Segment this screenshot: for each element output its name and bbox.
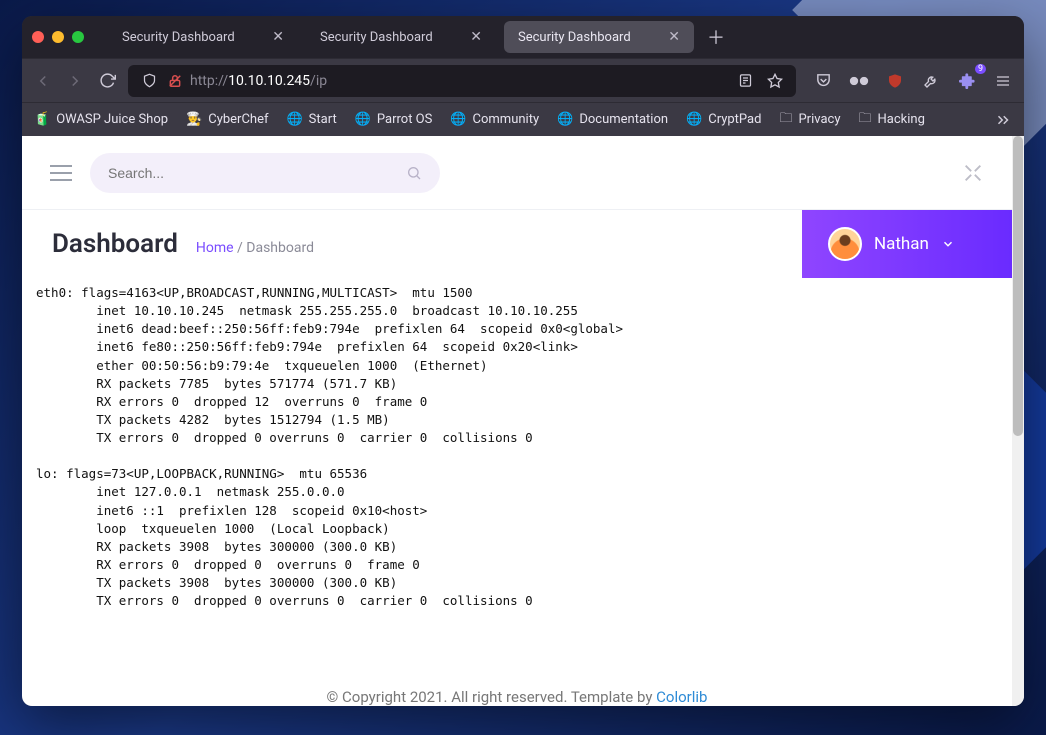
new-tab-button[interactable]: ＋: [702, 23, 730, 51]
juice-icon: 🧃: [34, 112, 50, 127]
search-icon[interactable]: [406, 165, 422, 181]
bookmark-star-icon[interactable]: [764, 70, 786, 92]
globe-icon: 🌐: [286, 112, 302, 127]
ublock-icon[interactable]: [884, 70, 906, 92]
page-title: Dashboard: [52, 229, 178, 259]
bookmark-docs[interactable]: 🌐 Documentation: [557, 112, 668, 127]
bookmark-hacking[interactable]: 🗀 Hacking: [858, 109, 924, 131]
close-window-button[interactable]: [32, 31, 44, 43]
bookmarks-overflow-button[interactable]: [994, 111, 1012, 129]
bookmark-label: Hacking: [877, 112, 924, 127]
bookmark-parrot[interactable]: 🌐 Parrot OS: [355, 112, 433, 127]
close-tab-icon[interactable]: ✕: [470, 30, 482, 44]
page-footer: © Copyright 2021. All right reserved. Te…: [22, 674, 1012, 706]
url-path: /ip: [310, 73, 327, 89]
extension-badge: 9: [975, 64, 986, 74]
footer-text: © Copyright 2021. All right reserved. Te…: [327, 688, 657, 706]
breadcrumb-sep: /: [237, 240, 246, 256]
folder-icon: 🗀: [858, 109, 871, 131]
browser-tab-0[interactable]: Security Dashboard ✕: [108, 21, 298, 53]
nav-toolbar: http:// 10.10.10.245 /ip: [22, 58, 1024, 102]
extensions-tray: 9: [806, 70, 1014, 92]
close-tab-icon[interactable]: ✕: [272, 30, 284, 44]
maximize-window-button[interactable]: [72, 31, 84, 43]
forward-button[interactable]: [64, 70, 86, 92]
close-tab-icon[interactable]: ✕: [668, 30, 680, 44]
minimize-window-button[interactable]: [52, 31, 64, 43]
app-menu-button[interactable]: [992, 70, 1014, 92]
mask-icon[interactable]: [848, 70, 870, 92]
command-output: eth0: flags=4163<UP,BROADCAST,RUNNING,MU…: [22, 278, 1012, 616]
chevron-down-icon: [941, 237, 955, 251]
fullscreen-button[interactable]: [962, 162, 984, 184]
browser-window: Security Dashboard ✕ Security Dashboard …: [22, 16, 1024, 706]
tab-label: Security Dashboard: [518, 30, 631, 45]
browser-tab-1[interactable]: Security Dashboard ✕: [306, 21, 496, 53]
avatar: [828, 227, 862, 261]
search-box[interactable]: [90, 153, 440, 193]
folder-icon: 🗀: [779, 109, 792, 131]
shield-icon[interactable]: [138, 70, 160, 92]
scrollbar-thumb[interactable]: [1013, 136, 1023, 436]
bookmark-label: Parrot OS: [377, 112, 432, 127]
pocket-icon[interactable]: [812, 70, 834, 92]
breadcrumb-home-link[interactable]: Home: [196, 240, 234, 256]
page-topbar: [22, 136, 1012, 210]
bookmark-start[interactable]: 🌐 Start: [286, 112, 336, 127]
bookmark-cyberchef[interactable]: 👨‍🍳 CyberChef: [186, 112, 268, 127]
bookmark-community[interactable]: 🌐 Community: [450, 112, 539, 127]
tab-label: Security Dashboard: [122, 30, 235, 45]
tab-bar: Security Dashboard ✕ Security Dashboard …: [22, 16, 1024, 58]
chef-icon: 👨‍🍳: [186, 112, 202, 127]
browser-tab-2[interactable]: Security Dashboard ✕: [504, 21, 694, 53]
extensions-icon[interactable]: 9: [956, 70, 978, 92]
bookmark-juice[interactable]: 🧃 OWASP Juice Shop: [34, 112, 168, 127]
bookmark-label: OWASP Juice Shop: [56, 112, 168, 127]
bookmark-label: CryptPad: [708, 112, 761, 127]
insecure-lock-icon[interactable]: [168, 74, 182, 88]
tab-label: Security Dashboard: [320, 30, 433, 45]
globe-icon: 🌐: [355, 112, 371, 127]
page-header: Dashboard Home / Dashboard Nathan: [22, 210, 1012, 278]
bookmark-label: Start: [309, 112, 337, 127]
bookmark-label: Community: [473, 112, 540, 127]
url-text: http:// 10.10.10.245 /ip: [190, 73, 327, 89]
window-controls: [32, 31, 84, 43]
back-button[interactable]: [32, 70, 54, 92]
hamburger-menu-button[interactable]: [50, 165, 72, 181]
url-scheme: http://: [190, 73, 228, 89]
url-bar[interactable]: http:// 10.10.10.245 /ip: [128, 65, 796, 97]
reload-button[interactable]: [96, 70, 118, 92]
bookmarks-bar: 🧃 OWASP Juice Shop 👨‍🍳 CyberChef 🌐 Start 🌐 P…: [22, 102, 1024, 136]
bookmark-privacy[interactable]: 🗀 Privacy: [779, 109, 840, 131]
bookmark-cryptpad[interactable]: 🌐 CryptPad: [686, 112, 761, 127]
breadcrumb-current: Dashboard: [246, 240, 314, 256]
page-viewport: Dashboard Home / Dashboard Nathan eth0: …: [22, 136, 1024, 706]
breadcrumb: Home / Dashboard: [196, 240, 314, 256]
footer-link[interactable]: Colorlib: [656, 688, 707, 706]
globe-icon: 🌐: [557, 112, 573, 127]
globe-icon: 🌐: [450, 112, 466, 127]
user-name: Nathan: [874, 234, 929, 254]
reader-mode-icon[interactable]: [734, 70, 756, 92]
search-input[interactable]: [108, 165, 396, 181]
bookmark-label: Privacy: [798, 112, 840, 127]
bookmark-label: CyberChef: [208, 112, 268, 127]
user-menu[interactable]: Nathan: [802, 210, 1012, 278]
globe-icon: 🌐: [686, 112, 702, 127]
url-host: 10.10.10.245: [228, 73, 310, 89]
wrench-icon[interactable]: [920, 70, 942, 92]
vertical-scrollbar[interactable]: [1012, 136, 1024, 706]
bookmark-label: Documentation: [579, 112, 668, 127]
